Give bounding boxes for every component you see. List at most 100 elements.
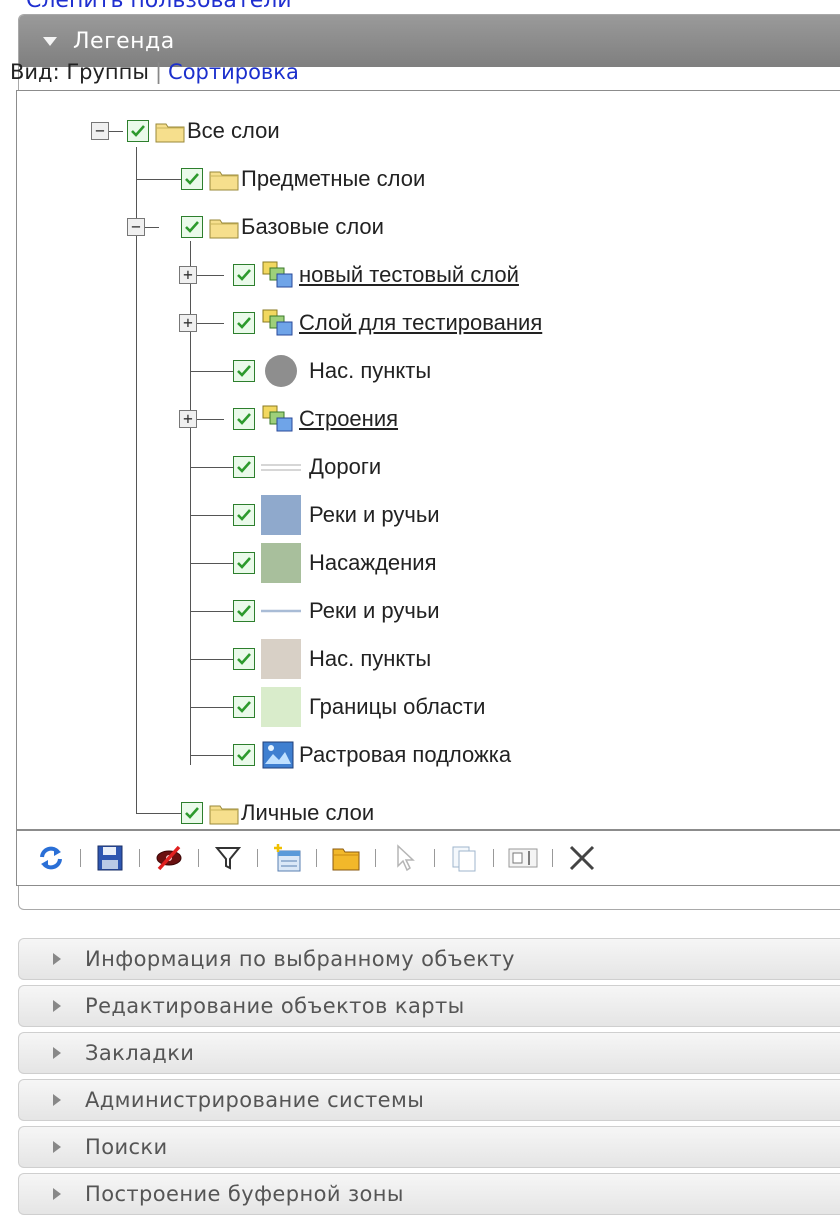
folder-icon[interactable] [330, 842, 362, 874]
folder-icon [209, 219, 239, 239]
tree-node-label: Насаждения [309, 550, 437, 575]
tree-node-label: Предметные слои [241, 166, 426, 191]
tree-expand-toggle[interactable]: + [179, 314, 197, 332]
layer-checkbox[interactable] [233, 360, 255, 382]
tree-node-label: Растровая подложка [299, 742, 512, 767]
layer-checkbox[interactable] [181, 216, 203, 238]
rename-icon[interactable] [507, 842, 539, 874]
tree-node[interactable]: Строения [233, 399, 398, 439]
tree-expand-toggle[interactable]: + [179, 266, 197, 284]
top-cut-off-text: Слепить пользователи [26, 0, 292, 13]
tree-node[interactable]: Растровая подложка [233, 735, 511, 775]
select-cursor-icon[interactable] [389, 842, 421, 874]
layer-checkbox[interactable] [233, 504, 255, 526]
layer-checkbox[interactable] [233, 312, 255, 334]
tree-node-label: Нас. пункты [309, 646, 432, 671]
delete-icon[interactable] [566, 842, 598, 874]
filter-icon[interactable] [212, 842, 244, 874]
tree-node[interactable]: Нас. пункты [233, 639, 431, 679]
accordion-label: Построение буферной зоны [85, 1182, 404, 1206]
tree-node-label: Все слои [187, 118, 280, 143]
tree-node-label: Реки и ручьи [309, 598, 440, 623]
layer-checkbox[interactable] [233, 648, 255, 670]
view-switcher: Вид: Группы | Сортировка [10, 60, 299, 84]
expand-triangle-icon [53, 953, 61, 965]
layer-group-icon [262, 309, 293, 336]
layer-checkbox[interactable] [127, 120, 149, 142]
folder-icon [155, 123, 185, 143]
layer-checkbox[interactable] [233, 600, 255, 622]
layer-tree: − − Все слои Предметные слои Базовые сло… [16, 90, 840, 830]
view-sort-link[interactable]: Сортировка [168, 60, 299, 84]
folder-icon [209, 805, 239, 825]
vegetation-polygon-symbol-icon [261, 543, 301, 583]
layer-checkbox[interactable] [181, 168, 203, 190]
tree-node[interactable]: Границы области [233, 687, 485, 727]
tree-node[interactable]: новый тестовый слой [233, 255, 519, 295]
accordion-buffer-zone[interactable]: Построение буферной зоны [18, 1173, 840, 1215]
tree-node[interactable]: Реки и ручьи [233, 591, 440, 631]
tree-node-label[interactable]: Слой для тестирования [299, 310, 542, 336]
accordion-searches[interactable]: Поиски [18, 1126, 840, 1168]
river-polygon-symbol-icon [261, 495, 301, 535]
settlement-point-symbol-icon [265, 355, 297, 387]
tree-node[interactable]: Личные слои [181, 793, 375, 829]
tree-node-label: Нас. пункты [309, 358, 432, 383]
collapse-triangle-icon[interactable] [43, 36, 57, 46]
road-line-symbol-icon [261, 464, 301, 471]
copy-icon[interactable] [448, 842, 480, 874]
accordion-bookmarks[interactable]: Закладки [18, 1032, 840, 1074]
boundary-polygon-symbol-icon [261, 687, 301, 727]
tree-node-label: Реки и ручьи [309, 502, 440, 527]
tree-collapse-toggle[interactable]: − [91, 122, 109, 140]
accordion-label: Информация по выбранному объекту [85, 947, 515, 971]
layer-checkbox[interactable] [181, 802, 203, 824]
accordion-map-editing[interactable]: Редактирование объектов карты [18, 985, 840, 1027]
view-groups[interactable]: Группы [66, 60, 149, 84]
legend-toolbar [16, 830, 840, 886]
add-layer-icon[interactable] [271, 842, 303, 874]
tree-node-label[interactable]: Строения [299, 406, 398, 432]
tree-node-label: Границы области [309, 694, 486, 719]
save-icon[interactable] [94, 842, 126, 874]
layer-checkbox[interactable] [233, 696, 255, 718]
tree-node[interactable]: Дороги [233, 447, 381, 487]
tree-node[interactable]: Слой для тестирования [233, 303, 542, 343]
hide-icon[interactable] [153, 842, 185, 874]
tree-node-label: Личные слои [241, 800, 375, 825]
expand-triangle-icon [53, 1141, 61, 1153]
raster-image-icon [262, 741, 294, 769]
settlement-polygon-symbol-icon [261, 639, 301, 679]
tree-expand-toggle[interactable]: + [179, 410, 197, 428]
layer-checkbox[interactable] [233, 744, 255, 766]
tree-node[interactable]: Все слои [127, 111, 280, 151]
expand-triangle-icon [53, 1000, 61, 1012]
layer-checkbox[interactable] [233, 552, 255, 574]
layer-checkbox[interactable] [233, 264, 255, 286]
layer-checkbox[interactable] [233, 456, 255, 478]
accordion-system-admin[interactable]: Администрирование системы [18, 1079, 840, 1121]
refresh-icon[interactable] [35, 842, 67, 874]
layer-checkbox[interactable] [233, 408, 255, 430]
river-line-symbol-icon [261, 609, 301, 613]
layer-group-icon [262, 405, 293, 432]
tree-node[interactable]: Предметные слои [181, 159, 425, 199]
tree-node-label: Базовые слои [241, 214, 384, 239]
legend-title: Легенда [73, 28, 175, 54]
layer-group-icon [262, 261, 293, 288]
folder-icon [209, 171, 239, 191]
expand-triangle-icon [53, 1188, 61, 1200]
tree-node[interactable]: Насаждения [233, 543, 437, 583]
tree-node-label: Дороги [309, 454, 382, 479]
accordion-label: Закладки [85, 1041, 195, 1065]
tree-node-label[interactable]: новый тестовый слой [299, 262, 519, 288]
expand-triangle-icon [53, 1047, 61, 1059]
accordion-object-info[interactable]: Информация по выбранному объекту [18, 938, 840, 980]
accordion-label: Редактирование объектов карты [85, 994, 465, 1018]
view-label: Вид: [10, 60, 60, 84]
tree-node[interactable]: Нас. пункты [233, 351, 431, 391]
tree-node[interactable]: Реки и ручьи [233, 495, 440, 535]
tree-node[interactable]: Базовые слои [181, 207, 384, 247]
expand-triangle-icon [53, 1094, 61, 1106]
tree-collapse-toggle[interactable]: − [127, 218, 145, 236]
